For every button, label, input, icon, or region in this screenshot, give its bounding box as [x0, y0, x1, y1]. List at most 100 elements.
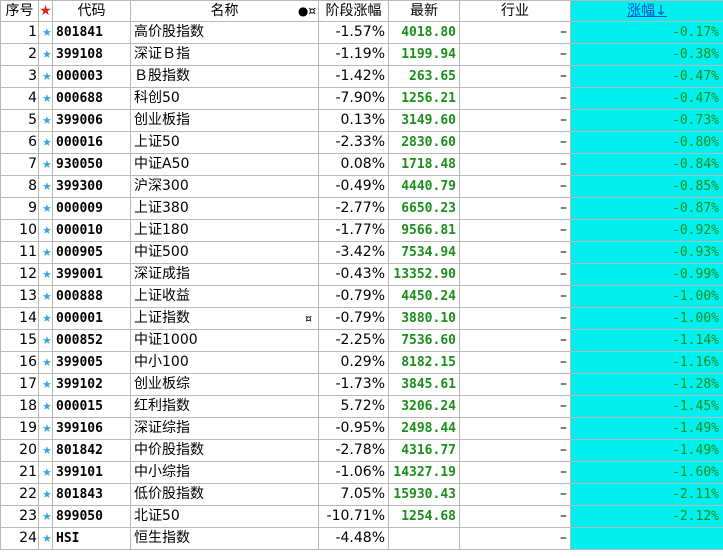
- header-flags-icon[interactable]: ●¤: [298, 2, 316, 21]
- header-index[interactable]: 序号: [0, 0, 39, 22]
- row-index: 21: [0, 461, 39, 484]
- table-row[interactable]: 5 ★ 399006 创业板指 0.13% 3149.60– -0.73%: [0, 109, 723, 132]
- star-icon[interactable]: ★: [42, 356, 52, 369]
- row-stage-change: -3.42%: [318, 241, 389, 264]
- row-name-label: 深证Ｂ指: [134, 46, 190, 62]
- row-industry: –: [459, 21, 571, 44]
- table-row[interactable]: 17 ★ 399102 创业板综 -1.73% 3845.61– -1.28%: [0, 373, 723, 396]
- table-row[interactable]: 11 ★ 000905 中证500 -3.42% 7534.94– -0.93%: [0, 241, 723, 264]
- table-row[interactable]: 19 ★ 399106 深证综指 -0.95% 2498.44– -1.49%: [0, 417, 723, 440]
- table-row[interactable]: 14 ★ 000001 上证指数 ¤ -0.79% 3880.10– -1.00%: [0, 307, 723, 330]
- star-icon[interactable]: ★: [42, 92, 52, 105]
- table-row[interactable]: 4 ★ 000688 科创50 -7.90% 1256.21– -0.47%: [0, 87, 723, 110]
- row-name: 科创50: [130, 87, 319, 110]
- row-stage-change: -1.19%: [318, 43, 389, 66]
- row-latest-price: 263.65: [388, 65, 460, 88]
- star-icon: ★: [38, 505, 53, 528]
- header-code[interactable]: 代码: [52, 0, 131, 22]
- star-icon[interactable]: ★: [42, 114, 52, 127]
- row-name: 中证500: [130, 241, 319, 264]
- row-code: 000003: [52, 65, 131, 88]
- star-icon[interactable]: ★: [42, 444, 52, 457]
- star-icon: ★: [38, 197, 53, 220]
- star-icon[interactable]: ★: [42, 136, 52, 149]
- table-row[interactable]: 20 ★ 801842 中价股指数 -2.78% 4316.77– -1.49%: [0, 439, 723, 462]
- table-row[interactable]: 7 ★ 930050 中证A50 0.08% 1718.48– -0.84%: [0, 153, 723, 176]
- table-row[interactable]: 16 ★ 399005 中小100 0.29% 8182.15– -1.16%: [0, 351, 723, 374]
- star-icon[interactable]: ★: [42, 400, 52, 413]
- row-index: 16: [0, 351, 39, 374]
- row-name-label: 深证成指: [134, 266, 190, 282]
- row-change: -0.99%: [570, 263, 723, 286]
- row-industry: –: [459, 461, 571, 484]
- table-row[interactable]: 21 ★ 399101 中小综指 -1.06% 14327.19– -1.60%: [0, 461, 723, 484]
- row-latest-price: 7534.94: [388, 241, 460, 264]
- star-icon[interactable]: ★: [42, 312, 52, 325]
- row-index: 14: [0, 307, 39, 330]
- row-latest-price: 3149.60: [388, 109, 460, 132]
- star-icon[interactable]: ★: [42, 48, 52, 61]
- table-row[interactable]: 22 ★ 801843 低价股指数 7.05% 15930.43– -2.11%: [0, 483, 723, 506]
- row-latest-price: 4018.80: [388, 21, 460, 44]
- star-icon[interactable]: ★: [42, 268, 52, 281]
- star-icon[interactable]: ★: [42, 466, 52, 479]
- row-name-label: 上证50: [134, 134, 180, 150]
- star-icon[interactable]: ★: [42, 290, 52, 303]
- star-icon: ★: [38, 43, 53, 66]
- row-code: 801841: [52, 21, 131, 44]
- star-icon[interactable]: ★: [42, 334, 52, 347]
- table-row[interactable]: 24 ★ HSI 恒生指数 -4.48% –: [0, 527, 723, 550]
- row-industry: –: [459, 483, 571, 506]
- row-name: 红利指数: [130, 395, 319, 418]
- star-icon[interactable]: ★: [42, 70, 52, 83]
- header-name[interactable]: 名称 ●¤: [130, 0, 319, 22]
- table-row[interactable]: 18 ★ 000015 红利指数 5.72% 3206.24– -1.45%: [0, 395, 723, 418]
- header-star-icon[interactable]: ★: [38, 0, 53, 22]
- row-change: -0.73%: [570, 109, 723, 132]
- table-row[interactable]: 8 ★ 399300 沪深300 -0.49% 4440.79– -0.85%: [0, 175, 723, 198]
- star-icon[interactable]: ★: [42, 158, 52, 171]
- star-icon[interactable]: ★: [42, 224, 52, 237]
- star-icon: ★: [38, 439, 53, 462]
- table-row[interactable]: 23 ★ 899050 北证50 -10.71% 1254.68– -2.12%: [0, 505, 723, 528]
- table-row[interactable]: 12 ★ 399001 深证成指 -0.43% 13352.90– -0.99%: [0, 263, 723, 286]
- star-icon: ★: [38, 461, 53, 484]
- table-header-row: 序号 ★ 代码 名称 ●¤ 阶段涨幅 最新 行业 涨幅↓: [0, 0, 723, 22]
- row-name: 创业板指: [130, 109, 319, 132]
- header-change-sorted[interactable]: 涨幅↓: [570, 0, 723, 22]
- table-row[interactable]: 2 ★ 399108 深证Ｂ指 -1.19% 1199.94– -0.38%: [0, 43, 723, 66]
- star-icon[interactable]: ★: [42, 246, 52, 259]
- header-stage-change[interactable]: 阶段涨幅: [318, 0, 389, 22]
- table-row[interactable]: 1 ★ 801841 高价股指数 -1.57% 4018.80– -0.17%: [0, 21, 723, 44]
- star-icon[interactable]: ★: [42, 488, 52, 501]
- row-industry: –: [459, 307, 571, 330]
- row-name: 上证指数 ¤: [130, 307, 319, 330]
- star-icon[interactable]: ★: [42, 202, 52, 215]
- star-icon[interactable]: ★: [42, 532, 52, 545]
- star-icon[interactable]: ★: [42, 422, 52, 435]
- table-row[interactable]: 10 ★ 000010 上证180 -1.77% 9566.81– -0.92%: [0, 219, 723, 242]
- row-stage-change: -1.73%: [318, 373, 389, 396]
- table-row[interactable]: 3 ★ 000003 Ｂ股指数 -1.42% 263.65– -0.47%: [0, 65, 723, 88]
- star-icon[interactable]: ★: [42, 26, 52, 39]
- row-name: 深证成指: [130, 263, 319, 286]
- row-index: 22: [0, 483, 39, 506]
- star-icon: ★: [38, 373, 53, 396]
- row-code: 000688: [52, 87, 131, 110]
- star-icon[interactable]: ★: [42, 378, 52, 391]
- star-icon[interactable]: ★: [42, 510, 52, 523]
- header-industry[interactable]: 行业: [459, 0, 571, 22]
- row-name-label: 中价股指数: [134, 442, 204, 458]
- row-index: 7: [0, 153, 39, 176]
- row-name: 低价股指数: [130, 483, 319, 506]
- table-row[interactable]: 9 ★ 000009 上证380 -2.77% 6650.23– -0.87%: [0, 197, 723, 220]
- row-change: -1.00%: [570, 307, 723, 330]
- row-code: 399101: [52, 461, 131, 484]
- row-index: 11: [0, 241, 39, 264]
- table-row[interactable]: 6 ★ 000016 上证50 -2.33% 2830.60– -0.80%: [0, 131, 723, 154]
- table-row[interactable]: 13 ★ 000888 上证收益 -0.79% 4450.24– -1.00%: [0, 285, 723, 308]
- header-latest[interactable]: 最新: [388, 0, 460, 22]
- row-latest-price: 4450.24: [388, 285, 460, 308]
- table-row[interactable]: 15 ★ 000852 中证1000 -2.25% 7536.60– -1.14%: [0, 329, 723, 352]
- star-icon[interactable]: ★: [42, 180, 52, 193]
